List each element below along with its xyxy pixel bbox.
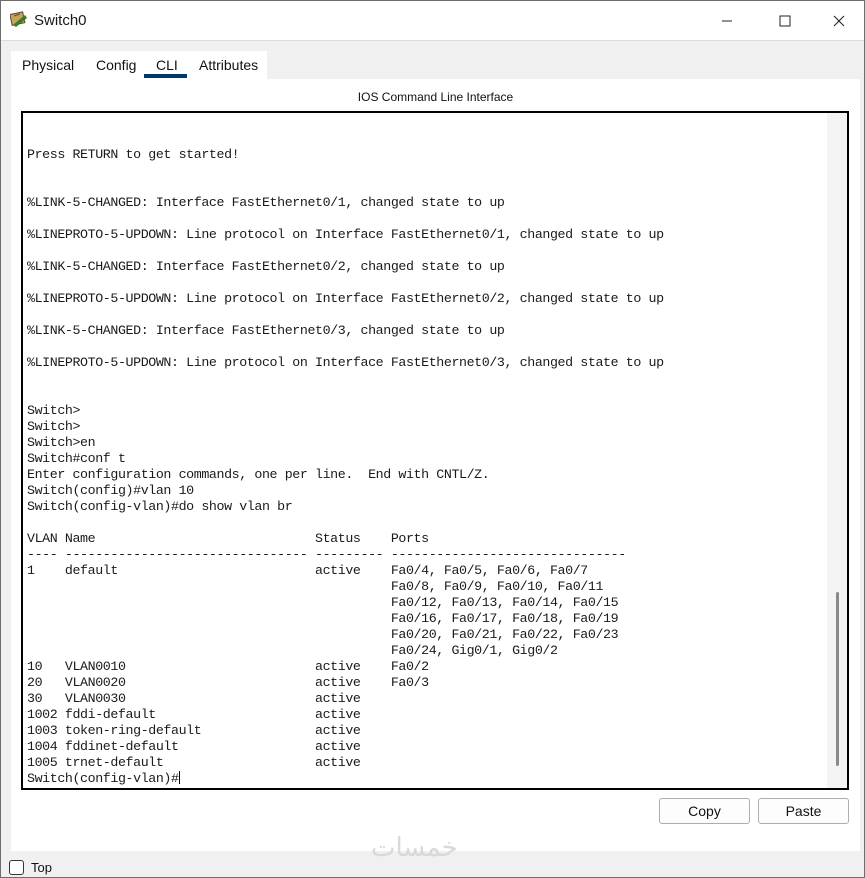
tab-bar: Physical Config CLI Attributes bbox=[11, 51, 267, 79]
top-checkbox[interactable] bbox=[9, 860, 24, 875]
cli-terminal[interactable]: Press RETURN to get started! %LINK-5-CHA… bbox=[21, 111, 849, 790]
tab-config[interactable]: Config bbox=[96, 57, 136, 73]
maximize-icon bbox=[779, 15, 791, 26]
terminal-line: 1005 trnet-default active bbox=[27, 755, 361, 770]
terminal-output[interactable]: Press RETURN to get started! %LINK-5-CHA… bbox=[27, 115, 827, 787]
paste-button[interactable]: Paste bbox=[758, 798, 849, 824]
terminal-line: Switch#conf t bbox=[27, 451, 126, 466]
cli-panel: IOS Command Line Interface Press RETURN … bbox=[11, 79, 860, 851]
terminal-line: 1003 token-ring-default active bbox=[27, 723, 361, 738]
terminal-line: %LINK-5-CHANGED: Interface FastEthernet0… bbox=[27, 259, 505, 274]
terminal-line: Switch>en bbox=[27, 435, 96, 450]
terminal-line: %LINK-5-CHANGED: Interface FastEthernet0… bbox=[27, 195, 505, 210]
terminal-line: %LINEPROTO-5-UPDOWN: Line protocol on In… bbox=[27, 227, 664, 242]
terminal-line: Fa0/12, Fa0/13, Fa0/14, Fa0/15 bbox=[390, 595, 619, 610]
device-window: Switch0 Physical Config CLI Attributes I… bbox=[0, 0, 865, 878]
terminal-line: VLAN Name Status Ports bbox=[27, 531, 429, 546]
minimize-button[interactable] bbox=[698, 1, 756, 40]
maximize-button[interactable] bbox=[756, 1, 814, 40]
terminal-line: %LINEPROTO-5-UPDOWN: Line protocol on In… bbox=[27, 291, 664, 306]
terminal-line: 1 default active Fa0/4, Fa0/5, Fa0/6, Fa… bbox=[27, 563, 588, 578]
terminal-prompt: Switch(config-vlan)# bbox=[27, 771, 179, 786]
terminal-line: Switch> bbox=[27, 403, 81, 418]
scrollbar-thumb[interactable] bbox=[836, 592, 839, 766]
terminal-line: Switch(config-vlan)#do show vlan br bbox=[27, 499, 293, 514]
close-button[interactable] bbox=[814, 1, 864, 40]
terminal-lines: Press RETURN to get started! %LINK-5-CHA… bbox=[27, 147, 664, 770]
terminal-scrollbar[interactable] bbox=[827, 113, 847, 788]
terminal-line: ---- -------------------------------- --… bbox=[27, 547, 626, 562]
terminal-line: Fa0/24, Gig0/1, Gig0/2 bbox=[390, 643, 558, 658]
panel-title: IOS Command Line Interface bbox=[357, 90, 514, 104]
terminal-line: %LINEPROTO-5-UPDOWN: Line protocol on In… bbox=[27, 355, 664, 370]
top-checkbox-label: Top bbox=[31, 860, 52, 875]
terminal-line: Fa0/16, Fa0/17, Fa0/18, Fa0/19 bbox=[390, 611, 619, 626]
terminal-line: Switch> bbox=[27, 419, 81, 434]
terminal-line: Press RETURN to get started! bbox=[27, 147, 240, 162]
terminal-line: Fa0/20, Fa0/21, Fa0/22, Fa0/23 bbox=[390, 627, 619, 642]
minimize-icon bbox=[722, 20, 732, 21]
terminal-line: Switch(config)#vlan 10 bbox=[27, 483, 194, 498]
terminal-line: Enter configuration commands, one per li… bbox=[27, 467, 490, 482]
active-tab-indicator bbox=[144, 74, 187, 78]
terminal-line: 20 VLAN0020 active Fa0/3 bbox=[27, 675, 429, 690]
tab-physical[interactable]: Physical bbox=[22, 57, 74, 73]
terminal-line: 1004 fddinet-default active bbox=[27, 739, 361, 754]
switch-device-icon bbox=[10, 11, 27, 27]
terminal-line: %LINK-5-CHANGED: Interface FastEthernet0… bbox=[27, 323, 505, 338]
watermark-logo: خمسات bbox=[371, 833, 458, 863]
close-icon bbox=[833, 15, 845, 26]
terminal-line: 30 VLAN0030 active bbox=[27, 691, 361, 706]
tab-attributes[interactable]: Attributes bbox=[199, 57, 258, 73]
title-bar[interactable]: Switch0 bbox=[1, 1, 864, 41]
tab-cli[interactable]: CLI bbox=[156, 57, 178, 73]
copy-button[interactable]: Copy bbox=[659, 798, 750, 824]
window-title: Switch0 bbox=[34, 12, 87, 29]
terminal-line: 10 VLAN0010 active Fa0/2 bbox=[27, 659, 429, 674]
text-cursor bbox=[178, 771, 180, 784]
terminal-line: Fa0/8, Fa0/9, Fa0/10, Fa0/11 bbox=[390, 579, 604, 594]
terminal-line: 1002 fddi-default active bbox=[27, 707, 361, 722]
